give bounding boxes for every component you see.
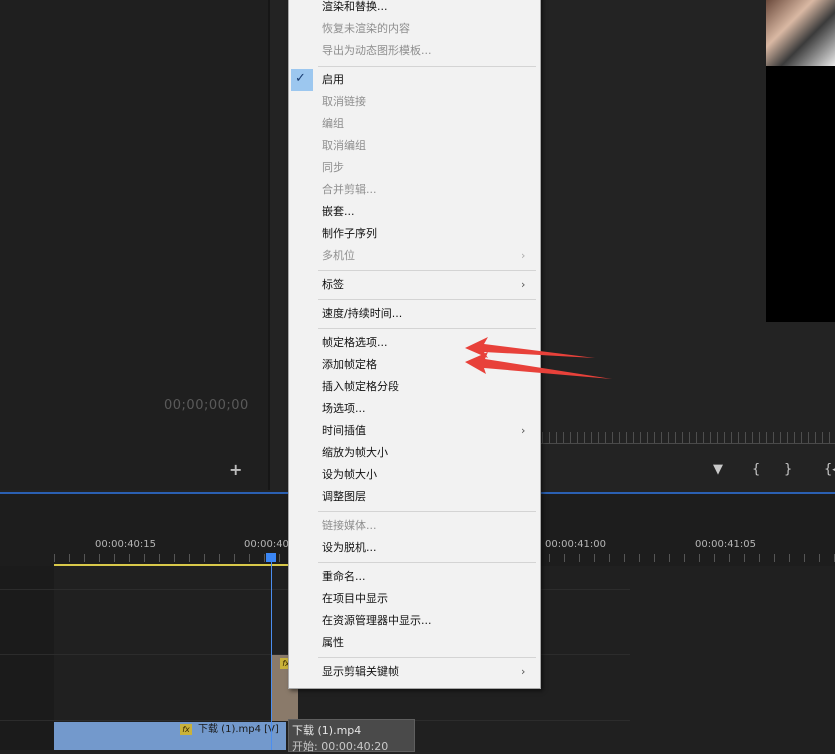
menu-item-link-media[interactable]: 链接媒体... xyxy=(322,519,377,533)
menu-item-properties[interactable]: 属性 xyxy=(322,636,344,650)
menu-item-speed-duration[interactable]: 速度/持续时间... xyxy=(322,307,402,321)
menu-item-reveal-in-project[interactable]: 在项目中显示 xyxy=(322,592,388,606)
menu-item-set-to-frame[interactable]: 设为帧大小 xyxy=(322,468,377,482)
chevron-right-icon: › xyxy=(521,424,526,437)
program-video-frame xyxy=(766,0,835,66)
menu-item-nest[interactable]: 嵌套... xyxy=(322,205,355,219)
menu-separator xyxy=(318,657,536,658)
add-marker-icon[interactable]: ▼ xyxy=(713,462,723,477)
tooltip-title: 下载 (1).mp4 xyxy=(292,724,362,737)
timeline-time-label: 00:00:40:15 xyxy=(95,539,157,550)
clip-name-label: 下载 (1).mp4 [V] xyxy=(198,724,279,735)
menu-separator xyxy=(318,511,536,512)
mark-out-icon[interactable]: } xyxy=(784,462,792,477)
timeline-time-label: 00:00:41:05 xyxy=(695,539,757,550)
chevron-right-icon: › xyxy=(521,278,526,291)
menu-item-scale-to-frame[interactable]: 缩放为帧大小 xyxy=(322,446,388,460)
track-header xyxy=(0,566,54,750)
annotation-arrow-icon xyxy=(465,352,612,379)
menu-item-adjustment-layer[interactable]: 调整图层 xyxy=(322,490,366,504)
menu-item-synchronize[interactable]: 同步 xyxy=(322,161,344,175)
menu-separator xyxy=(318,328,536,329)
checkmark-icon: ✓ xyxy=(295,71,306,86)
playhead-handle[interactable] xyxy=(266,553,276,562)
menu-item-time-interpolation[interactable]: 时间插值 xyxy=(322,424,366,438)
menu-item-insert-frame-hold-segment[interactable]: 插入帧定格分段 xyxy=(322,380,399,394)
menu-item-label[interactable]: 标签 xyxy=(322,278,344,292)
menu-item-render-replace[interactable]: 渲染和替换... xyxy=(322,0,388,14)
menu-item-ungroup[interactable]: 取消编组 xyxy=(322,139,366,153)
mark-in-icon[interactable]: { xyxy=(752,462,760,477)
menu-item-rename[interactable]: 重命名... xyxy=(322,570,366,584)
fx-badge-icon: fx xyxy=(180,724,192,735)
menu-item-frame-hold-options[interactable]: 帧定格选项... xyxy=(322,336,388,350)
menu-item-add-frame-hold[interactable]: 添加帧定格 xyxy=(322,358,377,372)
menu-separator xyxy=(318,66,536,67)
timeline-time-label: 00:00:41:00 xyxy=(545,539,607,550)
menu-item-make-offline[interactable]: 设为脱机... xyxy=(322,541,377,555)
menu-item-show-clip-keyframes[interactable]: 显示剪辑关键帧 xyxy=(322,665,399,679)
menu-item-group[interactable]: 编组 xyxy=(322,117,344,131)
program-video-black xyxy=(766,66,835,322)
menu-item-field-options[interactable]: 场选项... xyxy=(322,402,366,416)
menu-separator xyxy=(318,270,536,271)
menu-item-export-mogrt[interactable]: 导出为动态图形模板... xyxy=(322,44,432,58)
menu-item-merge-clips[interactable]: 合并剪辑... xyxy=(322,183,377,197)
menu-item-restore-unrendered[interactable]: 恢复未渲染的内容 xyxy=(322,22,410,36)
menu-item-enable[interactable]: 启用 xyxy=(322,73,344,87)
chevron-right-icon: › xyxy=(521,665,526,678)
menu-item-multicam[interactable]: 多机位 xyxy=(322,249,355,263)
add-button-icon[interactable]: + xyxy=(229,460,242,479)
menu-item-make-subsequence[interactable]: 制作子序列 xyxy=(322,227,377,241)
menu-item-unlink[interactable]: 取消链接 xyxy=(322,95,366,109)
source-timecode[interactable]: 00;00;00;00 xyxy=(164,398,249,413)
go-to-in-icon[interactable]: {◀ xyxy=(824,462,835,477)
playhead-line[interactable] xyxy=(271,562,272,750)
tooltip-subtitle: 开始: 00:00:40:20 xyxy=(292,740,389,753)
menu-separator xyxy=(318,299,536,300)
annotation-arrows-icon xyxy=(465,337,612,379)
timeline-time-label: 00:00:40: xyxy=(244,539,293,550)
source-monitor-panel xyxy=(0,0,268,490)
menu-item-reveal-in-explorer[interactable]: 在资源管理器中显示... xyxy=(322,614,432,628)
chevron-right-icon: › xyxy=(521,249,526,262)
menu-separator xyxy=(318,562,536,563)
